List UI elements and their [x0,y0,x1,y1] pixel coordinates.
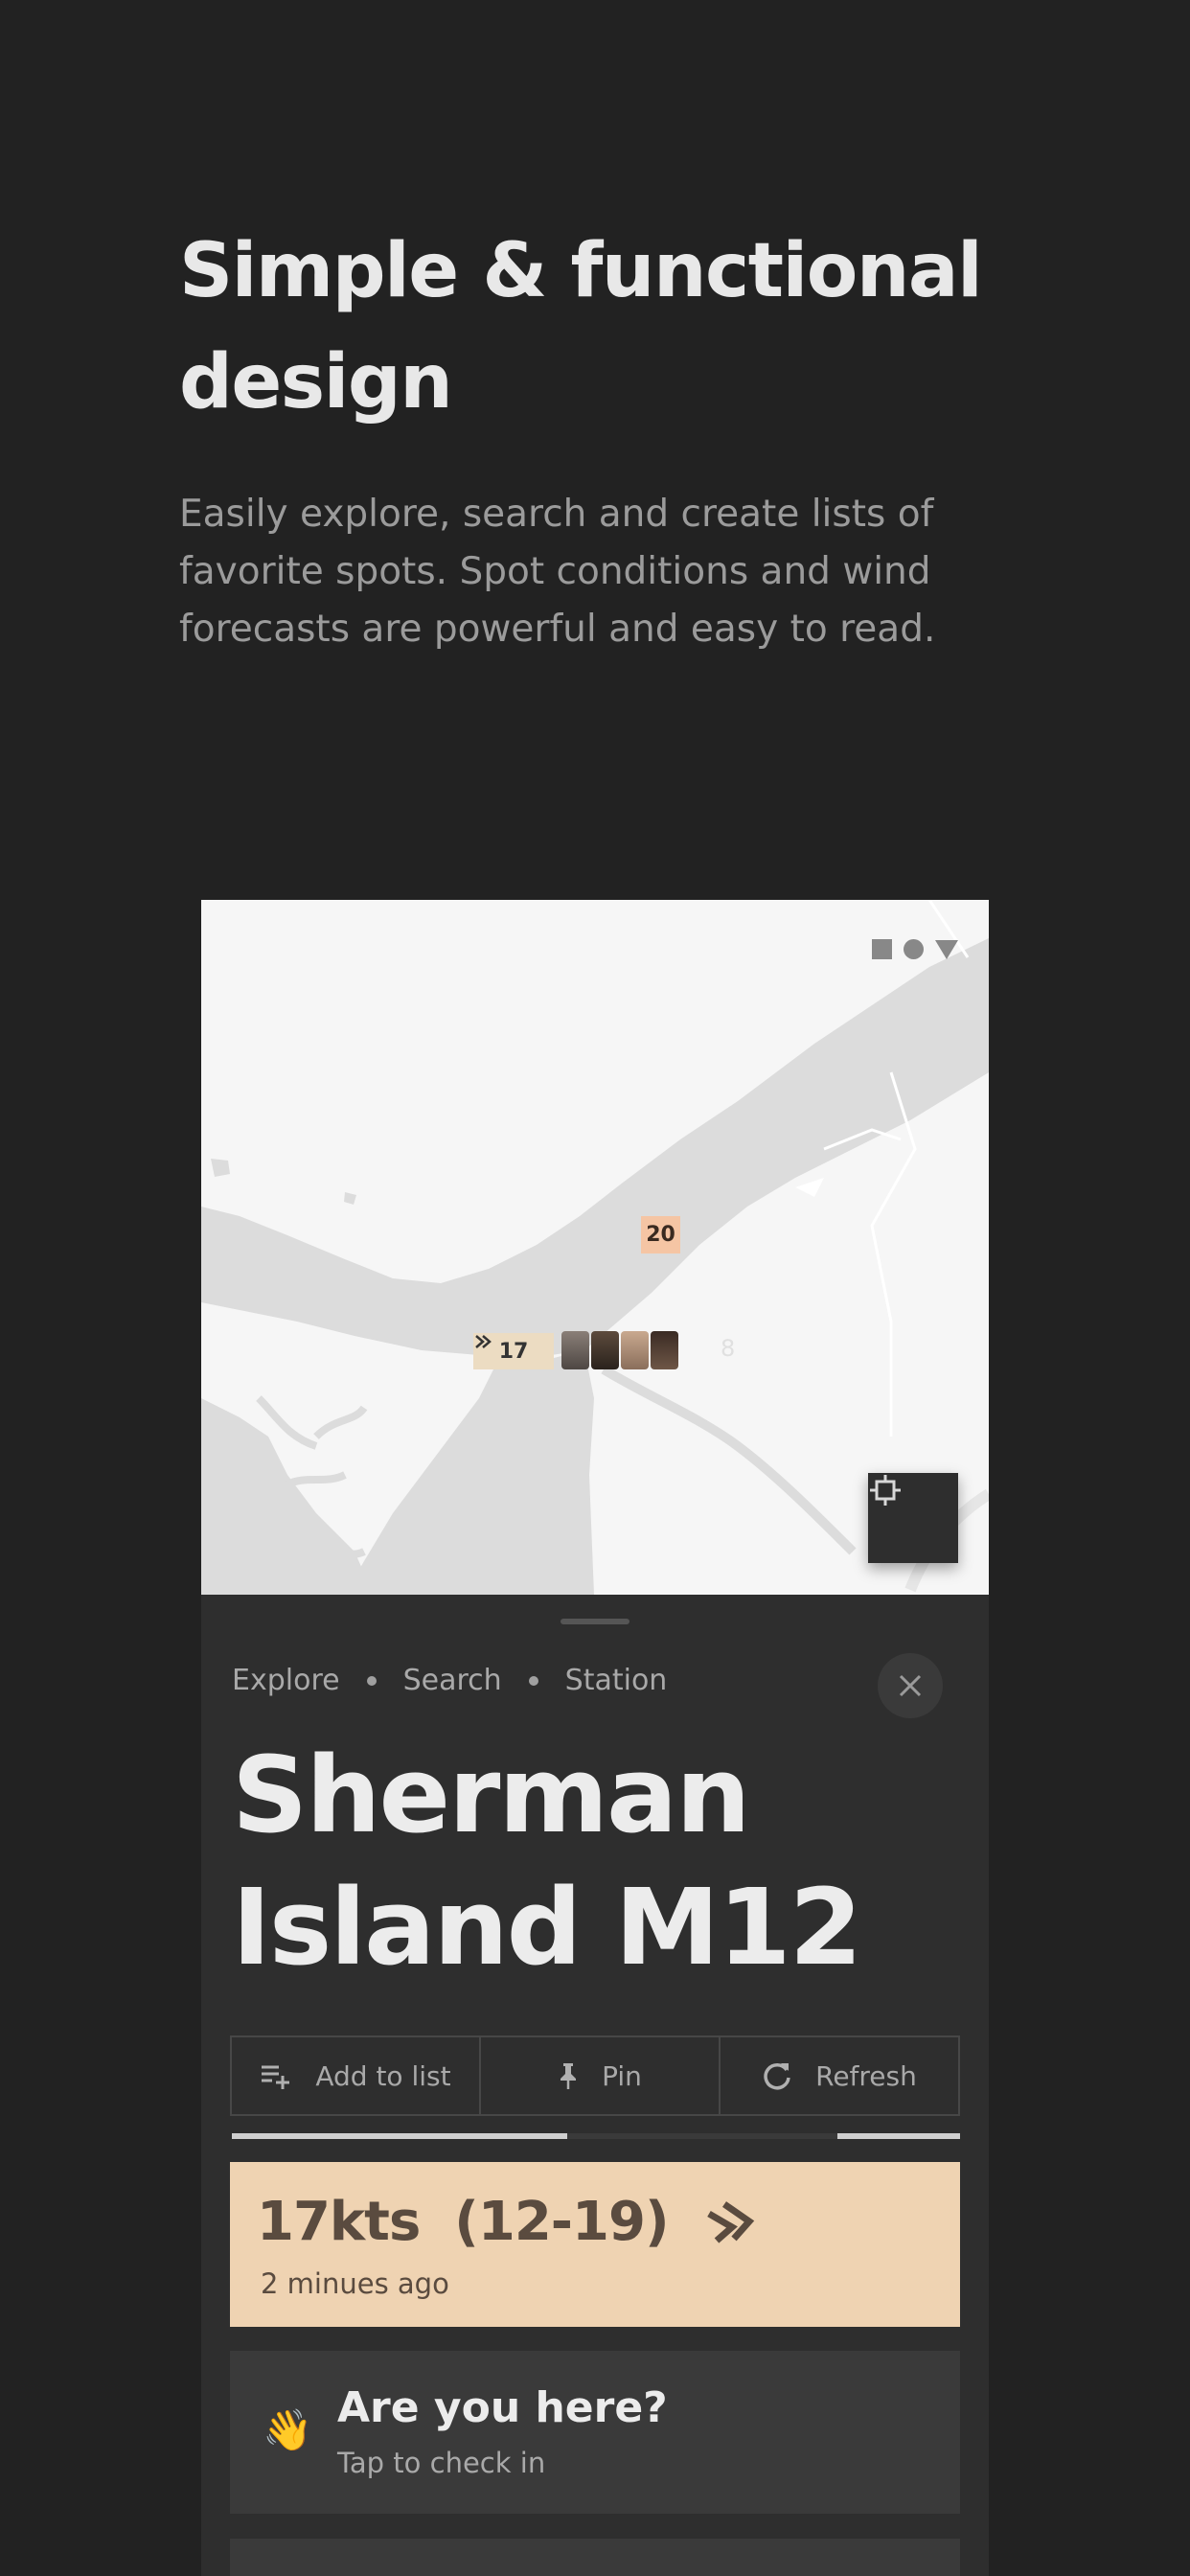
progress-fill [232,2133,567,2139]
pin-icon [561,2063,577,2089]
close-button[interactable] [878,1653,943,1718]
refresh-progress [232,2133,960,2139]
wind-marker-value: 17 [498,1339,529,1364]
avatar-count: 8 [721,1335,736,1362]
breadcrumb-separator [528,1675,538,1686]
wind-marker-17[interactable]: 17 [473,1333,554,1369]
breadcrumb-search[interactable]: Search [403,1664,502,1697]
crosshair-icon [870,1475,901,1506]
playlist-add-icon [262,2065,290,2089]
triangle-icon[interactable] [935,939,958,959]
next-card[interactable] [230,2539,960,2576]
hero-section: Simple & functional design Easily explor… [179,216,1041,658]
avatar [561,1331,589,1369]
breadcrumb-separator [366,1675,377,1686]
breadcrumb-station[interactable]: Station [565,1664,668,1697]
avatar [651,1331,678,1369]
locate-button[interactable] [868,1473,958,1563]
pin-button[interactable]: Pin [481,2037,721,2114]
phone-screen: 20 17 8 Explore Search Station Sherman I… [201,900,989,2576]
avatar [621,1331,649,1369]
wind-reading: 17kts (12-19) [257,2191,757,2253]
check-in-title: Are you here? [337,2383,668,2432]
wind-direction-icon [475,1335,492,1348]
circle-icon[interactable] [904,939,924,959]
hero-subtitle: Easily explore, search and create lists … [179,493,936,651]
add-to-list-button[interactable]: Add to list [232,2037,481,2114]
waving-hand-icon: 👋 [263,2406,313,2453]
hero-title: Simple & functional design [179,228,983,426]
wind-direction-icon [706,2200,754,2243]
check-in-card[interactable]: 👋 Are you here? Tap to check in [230,2351,960,2514]
square-icon[interactable] [872,939,892,959]
wind-marker-value: 20 [646,1223,675,1247]
map-view[interactable]: 20 17 8 [201,900,989,1595]
close-icon [899,1674,922,1697]
drag-handle[interactable] [561,1619,629,1624]
avatar [591,1331,619,1369]
progress-end-segment [837,2133,960,2139]
add-to-list-label: Add to list [315,2059,451,2092]
wind-conditions-card[interactable]: 17kts (12-19) 2 minues ago [230,2162,960,2327]
station-sheet: Explore Search Station Sherman Island M1… [201,1595,989,2576]
wind-marker-20[interactable]: 20 [641,1216,680,1254]
wind-updated-time: 2 minues ago [261,2267,449,2300]
breadcrumb-explore[interactable]: Explore [232,1664,340,1697]
refresh-button[interactable]: Refresh [721,2037,958,2114]
refresh-icon [764,2062,790,2090]
breadcrumb: Explore Search Station [232,1664,667,1697]
wind-speed: 17kts [257,2191,421,2253]
checked-in-avatars[interactable] [561,1331,678,1369]
wind-range: (12-19) [454,2191,669,2253]
station-title: Sherman Island M12 [232,1734,862,1989]
map-shape-tools [872,939,958,959]
check-in-subtitle: Tap to check in [337,2447,546,2479]
action-bar: Add to list Pin Refresh [230,2036,960,2116]
refresh-label: Refresh [815,2059,917,2092]
pin-label: Pin [602,2059,642,2092]
